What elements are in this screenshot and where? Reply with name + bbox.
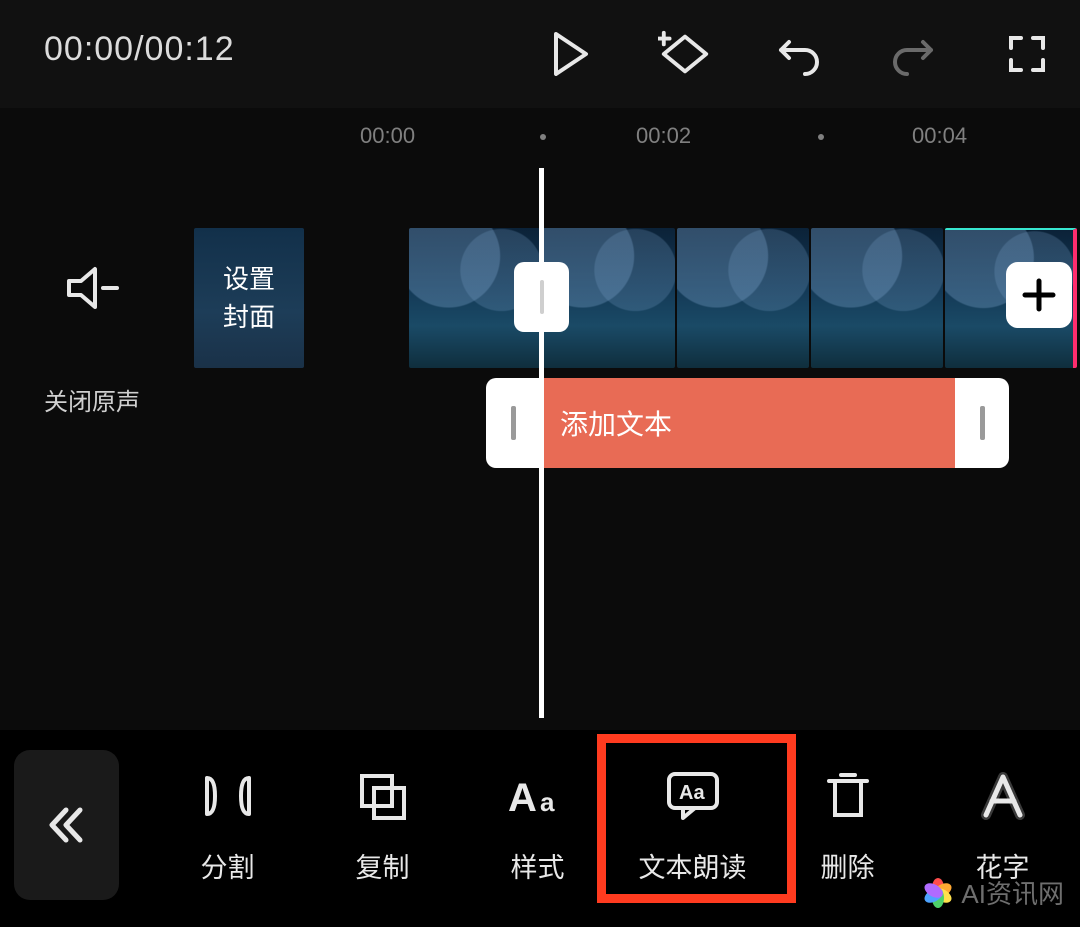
time-counter: 00:00/00:12 bbox=[44, 30, 235, 69]
tool-label: 复制 bbox=[356, 846, 410, 885]
watermark-flower-icon bbox=[923, 878, 953, 908]
top-bar: 00:00/00:12 bbox=[0, 0, 1080, 108]
clip-thumb[interactable] bbox=[811, 228, 943, 368]
play-icon[interactable] bbox=[544, 27, 598, 81]
playhead-knob[interactable] bbox=[514, 262, 569, 332]
tool-label: 分割 bbox=[201, 846, 255, 885]
tool-text-to-speech[interactable]: Aa 文本朗读 bbox=[615, 744, 770, 914]
mute-label: 关闭原声 bbox=[32, 382, 152, 417]
ruler-dot bbox=[818, 134, 824, 140]
fullscreen-icon[interactable] bbox=[1000, 27, 1054, 81]
tool-label: 文本朗读 bbox=[639, 846, 747, 885]
tool-split[interactable]: 分割 bbox=[150, 744, 305, 914]
chevron-double-left-icon bbox=[44, 802, 90, 848]
text-clip-handle-left[interactable] bbox=[486, 378, 540, 468]
tool-delete[interactable]: 删除 bbox=[770, 744, 925, 914]
watermark-text: AI资讯网 bbox=[961, 874, 1064, 911]
text-clip[interactable]: 添加文本 bbox=[486, 378, 1009, 468]
top-icon-group bbox=[544, 0, 1054, 108]
bottom-toolbar: 分割 复制 A a 样式 bbox=[0, 730, 1080, 927]
playhead-line[interactable] bbox=[539, 168, 544, 718]
tts-icon: Aa bbox=[663, 772, 723, 820]
keyframe-add-icon[interactable] bbox=[658, 27, 712, 81]
trash-icon bbox=[825, 772, 871, 820]
add-clip-button[interactable] bbox=[1006, 262, 1072, 328]
video-clip-row[interactable] bbox=[409, 228, 1077, 368]
tool-copy[interactable]: 复制 bbox=[305, 744, 460, 914]
redo-icon[interactable] bbox=[886, 27, 940, 81]
speaker-icon bbox=[65, 263, 119, 313]
back-button[interactable] bbox=[14, 750, 119, 900]
svg-text:Aa: Aa bbox=[679, 782, 705, 804]
text-clip-body[interactable]: 添加文本 bbox=[540, 378, 955, 468]
ruler-tick-label: 00:02 bbox=[636, 123, 691, 149]
tool-style[interactable]: A a 样式 bbox=[460, 744, 615, 914]
set-cover-tile[interactable]: 设置 封面 bbox=[194, 228, 304, 368]
tool-label: 删除 bbox=[821, 846, 875, 885]
svg-text:A: A bbox=[508, 776, 537, 819]
watermark: AI资讯网 bbox=[923, 874, 1064, 911]
text-clip-handle-right[interactable] bbox=[955, 378, 1009, 468]
style-icon: A a bbox=[508, 772, 568, 820]
video-editor-root: 00:00/00:12 bbox=[0, 0, 1080, 927]
plus-icon bbox=[1019, 275, 1059, 315]
copy-icon bbox=[358, 772, 408, 820]
ruler-dot bbox=[540, 134, 546, 140]
artfont-icon bbox=[978, 772, 1028, 820]
undo-icon[interactable] bbox=[772, 27, 826, 81]
mute-original-audio[interactable]: 关闭原声 bbox=[32, 263, 152, 417]
timeline-area[interactable]: 关闭原声 设置 封面 添加文本 bbox=[0, 163, 1080, 730]
split-icon bbox=[201, 772, 255, 820]
svg-text:a: a bbox=[540, 787, 555, 817]
text-clip-label: 添加文本 bbox=[560, 403, 672, 443]
clip-thumb[interactable] bbox=[677, 228, 809, 368]
time-ruler[interactable]: 00:00 00:02 00:04 bbox=[0, 108, 1080, 163]
ruler-tick-label: 00:04 bbox=[912, 123, 967, 149]
tool-label: 样式 bbox=[511, 846, 565, 885]
cover-tile-label: 设置 封面 bbox=[223, 260, 275, 336]
ruler-tick-label: 00:00 bbox=[360, 123, 415, 149]
